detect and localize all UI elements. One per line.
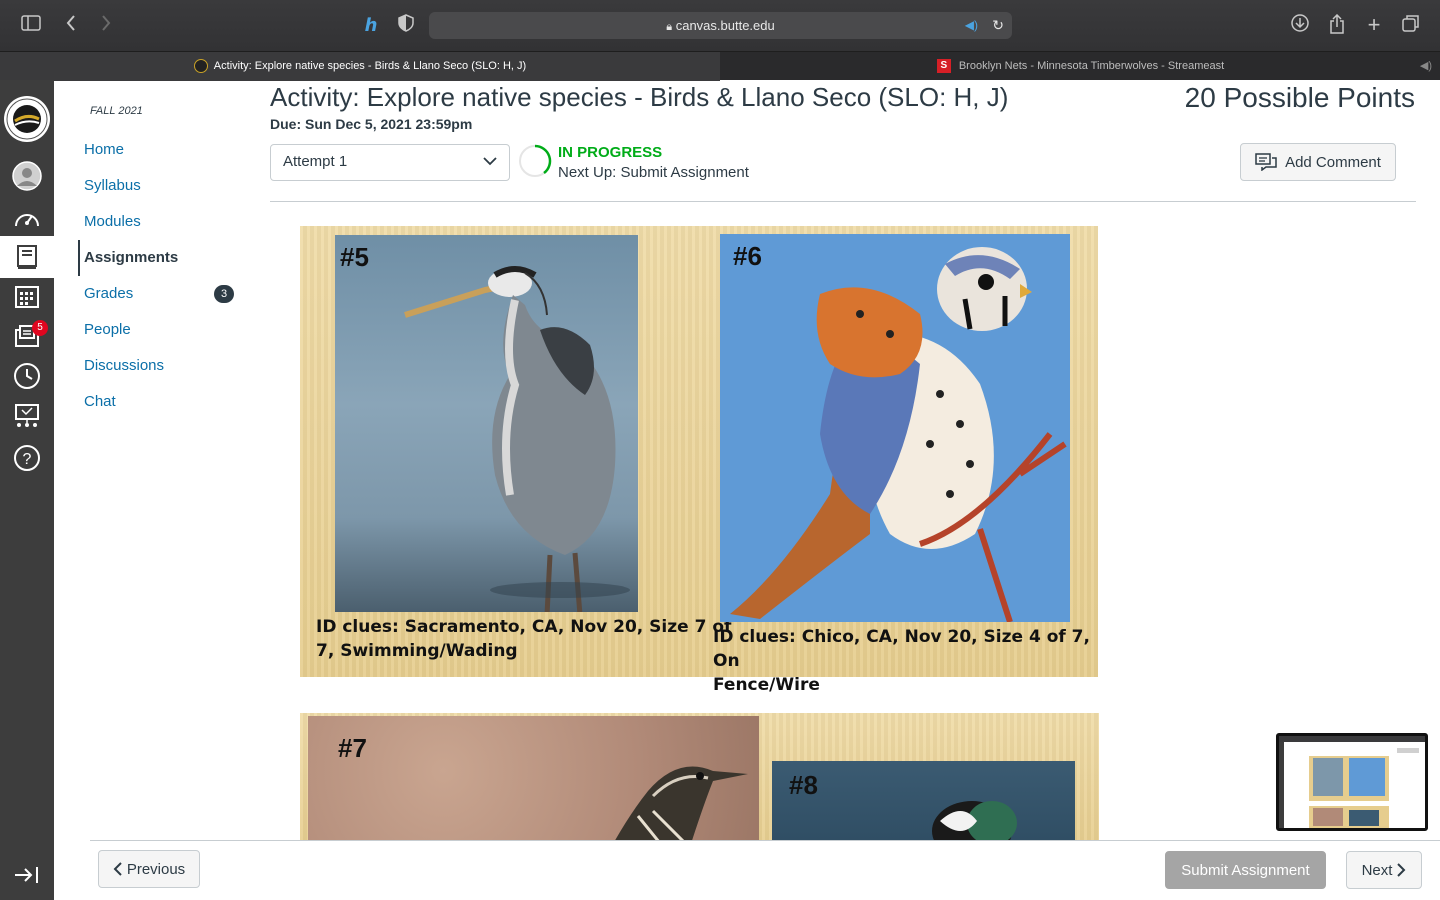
submit-assignment-button[interactable]: Submit Assignment	[1165, 851, 1326, 889]
attempt-value: Attempt 1	[283, 153, 348, 170]
chevron-right-icon	[1397, 863, 1406, 877]
butte-favicon-icon	[193, 59, 208, 74]
hypothesis-extension-icon[interactable]: ℎ	[360, 14, 382, 36]
url-text: canvas.butte.edu	[675, 18, 775, 33]
roadrunner-photo	[308, 716, 759, 840]
comment-icon	[1255, 153, 1277, 171]
reload-icon[interactable]: ↻	[992, 12, 1004, 39]
audio-playing-icon[interactable]: ◀︎)	[965, 12, 978, 39]
slide-number-5: #5	[340, 242, 369, 272]
attempt-select[interactable]: Attempt 1	[270, 144, 510, 181]
course-nav-grades[interactable]: Grades	[84, 285, 133, 302]
browser-toolbar: ℎ 🔒︎ canvas.butte.edu ◀︎) ↻ +	[0, 0, 1440, 51]
course-nav-assignments[interactable]: Assignments	[84, 249, 178, 266]
history-icon[interactable]	[0, 356, 54, 396]
divider	[270, 201, 1416, 202]
svg-text:?: ?	[23, 451, 32, 468]
butte-college-logo[interactable]	[0, 94, 54, 144]
course-navigation: FALL 2021 Home Syllabus Modules Assignme…	[54, 80, 254, 840]
next-up-text: Next Up: Submit Assignment	[558, 164, 749, 181]
id-clue-6-line2: Fence/Wire	[713, 675, 820, 695]
course-nav-chat[interactable]: Chat	[84, 393, 116, 410]
course-nav-syllabus[interactable]: Syllabus	[84, 177, 141, 194]
id-clue-5-line1: ID clues: Sacramento, CA, Nov 20, Size 7…	[316, 617, 732, 637]
tab-overview-icon[interactable]	[1400, 14, 1422, 36]
id-clue-5: ID clues: Sacramento, CA, Nov 20, Size 7…	[316, 615, 731, 663]
privacy-shield-icon[interactable]	[395, 14, 417, 36]
lock-icon: 🔒︎	[666, 21, 673, 33]
downloads-icon[interactable]	[1289, 14, 1311, 36]
previous-label: Previous	[126, 860, 186, 878]
due-date: Due: Sun Dec 5, 2021 23:59pm	[270, 116, 473, 132]
possible-points: 20 Possible Points	[1184, 82, 1415, 113]
id-clue-6-line1: ID clues: Chico, CA, Nov 20, Size 4 of 7…	[713, 627, 1090, 671]
id-clue-5-line2: 7, Swimming/Wading	[316, 641, 518, 661]
chevron-left-icon	[113, 862, 122, 876]
previous-button[interactable]: Previous	[98, 850, 200, 888]
add-comment-button[interactable]: Add Comment	[1240, 143, 1396, 181]
dashboard-icon[interactable]	[0, 198, 54, 238]
address-bar[interactable]: 🔒︎ canvas.butte.edu ◀︎) ↻	[429, 12, 1012, 39]
studio-icon[interactable]	[0, 396, 54, 436]
page-title: Activity: Explore native species - Birds…	[270, 82, 1009, 112]
grades-count-badge: 3	[214, 285, 234, 303]
slide-number-6: #6	[733, 241, 762, 271]
bird-slide-5-6: #5 ID clues: Sacramento, CA, Nov 20, Siz…	[300, 226, 1098, 695]
back-icon[interactable]	[60, 14, 82, 36]
screenshot-thumbnail-preview[interactable]	[1276, 733, 1428, 831]
tab-audio-icon[interactable]: ◀︎)	[1420, 52, 1432, 81]
term-label: FALL 2021	[90, 105, 143, 117]
sidebar-toggle-icon[interactable]	[20, 14, 42, 36]
tab-streameast[interactable]: S Brooklyn Nets - Minnesota Timberwolves …	[721, 52, 1440, 81]
calendar-icon[interactable]	[0, 276, 54, 316]
status-label: IN PROGRESS	[558, 144, 663, 161]
courses-icon[interactable]	[0, 236, 54, 278]
next-label: Next	[1361, 861, 1393, 879]
active-nav-indicator	[78, 240, 80, 276]
global-navigation: 5 ?	[0, 80, 54, 900]
tab-label: Activity: Explore native species - Birds…	[213, 60, 527, 72]
slide-number-8: #8	[789, 770, 818, 800]
assignment-content: Activity: Explore native species - Birds…	[254, 80, 1440, 840]
course-nav-people[interactable]: People	[84, 321, 131, 338]
add-comment-label: Add Comment	[1285, 153, 1381, 171]
course-nav-home[interactable]: Home	[84, 141, 124, 158]
collapse-nav-icon[interactable]	[0, 855, 54, 895]
course-nav-discussions[interactable]: Discussions	[84, 357, 164, 374]
module-sequence-footer: Previous Submit Assignment Next	[90, 840, 1440, 900]
tab-active[interactable]: Activity: Explore native species - Birds…	[0, 52, 720, 81]
next-button[interactable]: Next	[1346, 851, 1422, 889]
inbox-unread-badge: 5	[32, 320, 48, 336]
streameast-favicon-icon: S	[936, 59, 951, 74]
forward-icon[interactable]	[95, 14, 117, 36]
submit-label: Submit Assignment	[1181, 861, 1310, 879]
help-icon[interactable]: ?	[0, 438, 54, 478]
bird-slide-7-8: #7 #8	[300, 713, 1099, 840]
course-nav-modules[interactable]: Modules	[84, 213, 141, 230]
heron-photo	[335, 235, 638, 612]
chevron-down-icon	[483, 157, 497, 166]
tab-bar: Activity: Explore native species - Birds…	[0, 51, 1440, 81]
progress-ring-icon	[519, 144, 552, 177]
account-icon[interactable]	[0, 156, 54, 196]
share-icon[interactable]	[1326, 13, 1348, 36]
new-tab-icon[interactable]: +	[1363, 14, 1385, 36]
id-clue-6: ID clues: Chico, CA, Nov 20, Size 4 of 7…	[713, 625, 1098, 697]
slide-number-7: #7	[338, 733, 367, 763]
kestrel-photo	[720, 234, 1070, 622]
tab-label: Brooklyn Nets - Minnesota Timberwolves -…	[958, 60, 1225, 72]
